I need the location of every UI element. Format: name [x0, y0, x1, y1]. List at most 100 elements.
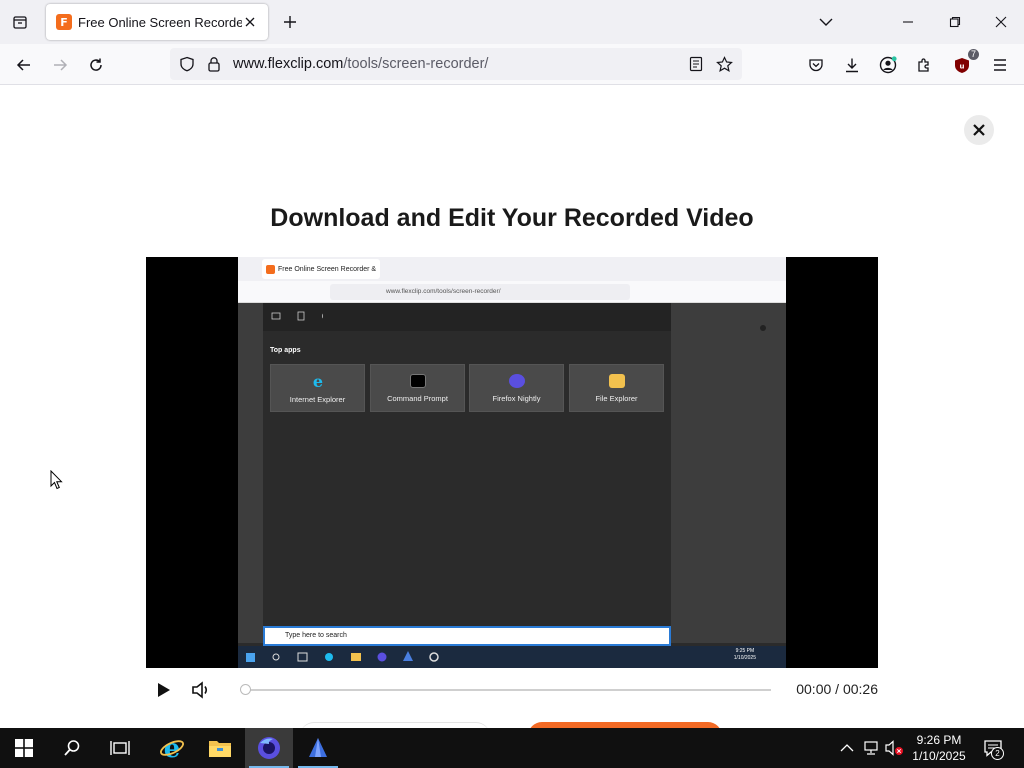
internet-explorer-icon: e: [312, 373, 322, 389]
restore-button[interactable]: [941, 8, 969, 36]
url-path: /tools/screen-recorder/: [343, 56, 489, 72]
list-all-tabs-button[interactable]: [812, 8, 840, 36]
clock-time: 9:26 PM: [916, 733, 962, 747]
window-close-button[interactable]: [987, 8, 1015, 36]
downloads-button[interactable]: [839, 52, 865, 78]
new-tab-button[interactable]: [278, 10, 302, 34]
taskbar-clock[interactable]: 9:26 PM 1/10/2025: [906, 732, 972, 764]
page-title: Download and Edit Your Recorded Video: [270, 204, 754, 232]
minimize-button[interactable]: [894, 8, 922, 36]
frame-tab-strip: Free Online Screen Recorder &: [238, 257, 786, 281]
volume-muted-icon: [885, 740, 903, 756]
frame-app-label: Internet Explorer: [289, 394, 346, 404]
close-icon: [995, 16, 1007, 28]
volume-icon: [192, 681, 208, 699]
bookmark-button[interactable]: [714, 54, 734, 74]
extensions-button[interactable]: [911, 52, 937, 78]
puzzle-icon: [918, 58, 929, 72]
frame-app-label: Command Prompt: [387, 393, 448, 403]
pocket-icon: [809, 59, 823, 72]
frame-time: 9:25 PM: [735, 648, 755, 654]
frame-app-tile: Firefox Nightly: [469, 364, 564, 412]
frame-app-label: Firefox Nightly: [492, 393, 541, 403]
address-bar[interactable]: www.flexclip.com/tools/screen-recorder/: [170, 48, 742, 80]
task-view-button[interactable]: [96, 728, 144, 768]
download-icon: [846, 58, 858, 73]
chevron-down-icon: [819, 18, 833, 26]
file-explorer-icon: [209, 741, 231, 757]
frame-app-label: File Explorer: [595, 393, 638, 403]
volume-tray-button[interactable]: [885, 738, 905, 758]
active-tab[interactable]: F Free Online Screen Recorder &: [46, 4, 268, 40]
url-text[interactable]: www.flexclip.com/tools/screen-recorder/: [233, 56, 488, 72]
windows-start-icon: [15, 739, 33, 757]
navigation-toolbar: www.flexclip.com/tools/screen-recorder/: [0, 44, 1024, 85]
show-hidden-icons-button[interactable]: [837, 738, 857, 758]
time-separator: /: [831, 681, 843, 697]
command-prompt-icon: [409, 373, 426, 388]
tab-close-button[interactable]: [240, 12, 260, 32]
taskbar-file-explorer[interactable]: [196, 728, 244, 768]
taskbar-internet-explorer[interactable]: e: [148, 728, 196, 768]
star-icon: [715, 55, 733, 72]
url-domain: www.flexclip.com: [233, 56, 344, 72]
arrow-left-icon: [16, 59, 30, 71]
svg-text:u: u: [960, 62, 965, 70]
taskbar-app[interactable]: [294, 728, 342, 768]
restore-icon: [949, 16, 961, 28]
seek-handle[interactable]: [240, 684, 251, 695]
modal-close-button[interactable]: [964, 115, 994, 145]
play-button[interactable]: [154, 680, 174, 700]
internet-explorer-icon: e: [160, 735, 184, 761]
total-time: 00:26: [842, 681, 878, 697]
forward-button[interactable]: [47, 52, 73, 78]
reload-button[interactable]: [83, 52, 109, 78]
video-controls: 00:00 / 00:26: [146, 672, 878, 708]
tab-list-button[interactable]: [8, 10, 32, 34]
reader-view-button[interactable]: [686, 54, 706, 74]
shield-icon: [180, 56, 194, 72]
ublock-origin-button[interactable]: u 7: [949, 49, 979, 78]
action-center-button[interactable]: 2: [980, 736, 1006, 760]
frame-close-dot: [760, 325, 766, 331]
tracking-protection-button[interactable]: [177, 54, 197, 74]
frame-date: 1/10/2025: [733, 655, 756, 661]
frame-start-header: [263, 303, 671, 331]
tab-list-icon: [13, 16, 27, 29]
clock-date: 1/10/2025: [912, 749, 966, 763]
back-button[interactable]: [11, 52, 37, 78]
frame-tab-title: Free Online Screen Recorder &: [278, 265, 377, 273]
site-security-button[interactable]: [204, 54, 224, 74]
frame-url: www.flexclip.com/tools/screen-recorder/: [330, 284, 630, 300]
hamburger-menu-icon: [994, 59, 1006, 71]
notification-count: 2: [991, 747, 1004, 760]
play-icon: [158, 683, 170, 697]
tab-title: Free Online Screen Recorder &: [78, 14, 242, 30]
taskbar-search-button[interactable]: [48, 728, 96, 768]
taskbar-firefox-nightly[interactable]: [245, 728, 293, 768]
network-icon: [864, 741, 878, 755]
reload-icon: [90, 58, 102, 71]
pocket-button[interactable]: [803, 52, 829, 78]
frame-taskbar: 9:25 PM 1/10/2025: [238, 646, 786, 668]
start-button[interactable]: [0, 728, 48, 768]
arrow-right-icon: [54, 59, 68, 71]
seek-bar[interactable]: [241, 689, 771, 691]
video-frame: Free Online Screen Recorder & www.flexcl…: [238, 257, 786, 668]
task-view-icon: [110, 741, 130, 755]
frame-app-tile: File Explorer: [569, 364, 664, 412]
account-button[interactable]: [875, 52, 901, 78]
frame-taskbar-icons: [246, 651, 439, 662]
recorded-video-player[interactable]: Free Online Screen Recorder & www.flexcl…: [146, 257, 878, 668]
extension-badge: 7: [967, 49, 979, 60]
frame-top-apps-label: Top apps: [270, 347, 301, 354]
volume-button[interactable]: [190, 680, 212, 700]
ublock-origin-icon: u: [955, 57, 969, 73]
account-icon: [879, 56, 897, 74]
network-button[interactable]: [861, 738, 881, 758]
close-icon: [973, 124, 985, 136]
mouse-pointer: [50, 469, 64, 495]
firefox-nightly-icon: [258, 737, 280, 759]
frame-start-menu: Top apps e Internet Explorer Command Pro…: [263, 303, 671, 643]
app-menu-button[interactable]: [987, 52, 1013, 78]
